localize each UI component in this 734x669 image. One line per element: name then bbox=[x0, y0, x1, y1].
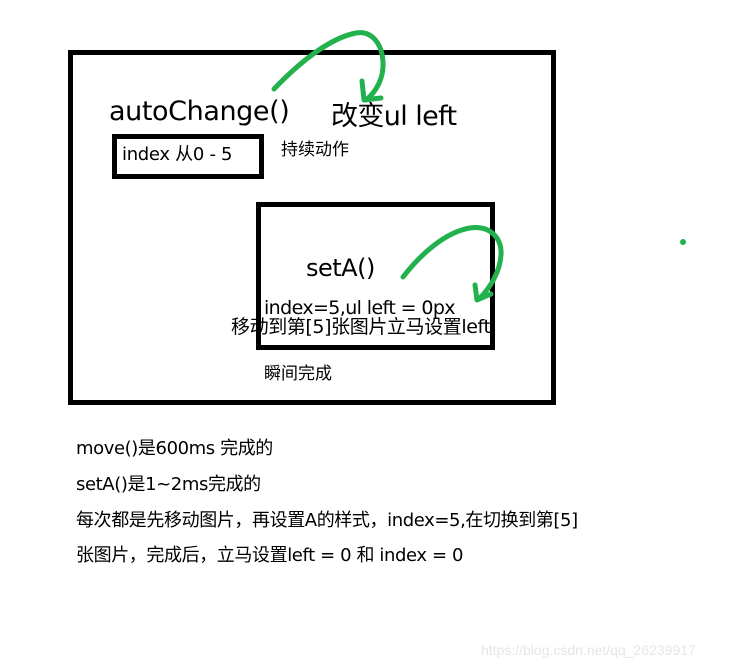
seta-label: setA() bbox=[306, 254, 375, 282]
seta-box bbox=[256, 202, 495, 350]
change-ul-left-label: 改变ul left bbox=[331, 101, 457, 132]
watermark: https://blog.csdn.net/qq_26239917 bbox=[481, 642, 696, 658]
index-reset-label: index=5,ul left = 0px bbox=[264, 297, 456, 319]
instant-complete-label: 瞬间完成 bbox=[264, 364, 332, 384]
continuous-action-label: 持续动作 bbox=[281, 140, 349, 160]
index-range-label: index 从0 - 5 bbox=[122, 144, 233, 165]
note-seta-duration: setA()是1~2ms完成的 bbox=[76, 474, 261, 495]
stray-dot-icon bbox=[680, 239, 686, 245]
autochange-label: autoChange() bbox=[109, 96, 290, 127]
note-sequence-line-2: 张图片，完成后，立马设置left = 0 和 index = 0 bbox=[76, 545, 463, 566]
note-move-duration: move()是600ms 完成的 bbox=[76, 438, 273, 459]
note-sequence-line-1: 每次都是先移动图片，再设置A的样式，index=5,在切换到第[5] bbox=[76, 510, 578, 531]
